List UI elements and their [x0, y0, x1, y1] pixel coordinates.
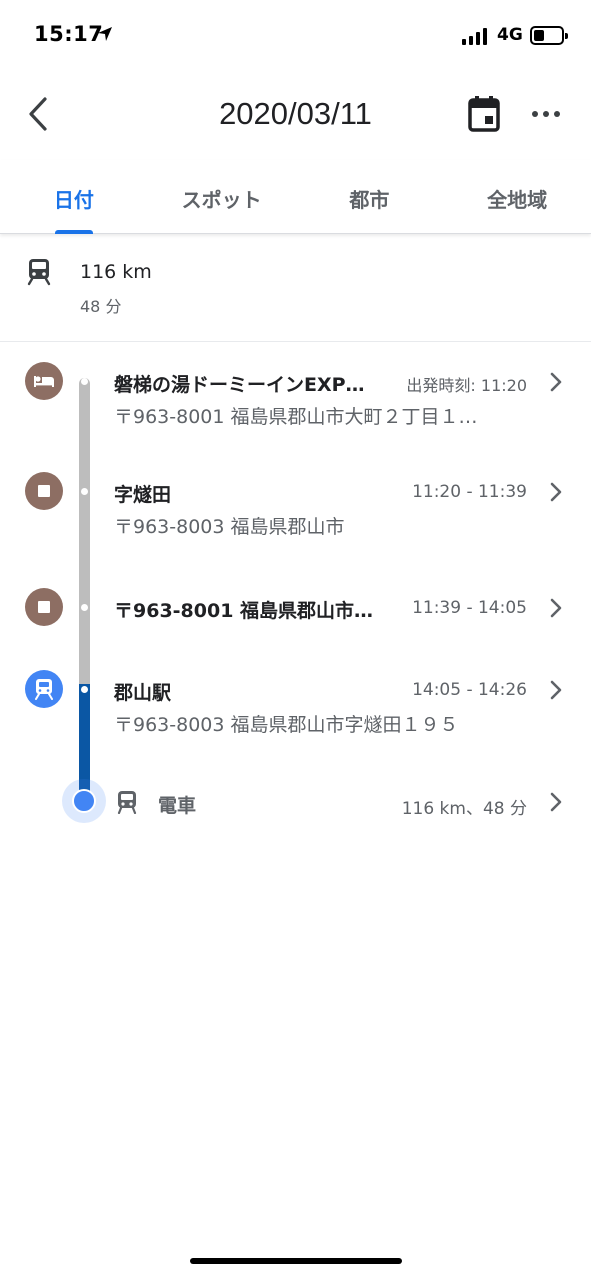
chevron-right-icon: [550, 680, 562, 700]
status-bar: 15:17 4G: [0, 0, 591, 72]
train-icon: [117, 791, 137, 814]
stop-time: 14:05 - 14:26: [412, 680, 527, 700]
transit-detail: 116 km、48 分: [401, 799, 527, 819]
hotel-bed-icon: [25, 362, 63, 400]
stop-name: 磐梯の湯ドーミーインEXP…: [114, 374, 365, 396]
home-indicator[interactable]: [190, 1258, 402, 1264]
location-arrow-icon: [98, 27, 112, 41]
chevron-right-icon: [550, 482, 562, 502]
header: 2020/03/11: [0, 72, 591, 156]
transit-segment[interactable]: 電車 116 km、48 分: [0, 780, 591, 824]
stop-address: 〒963-8003 福島県郡山市: [114, 516, 345, 538]
stop-time: 11:20 - 11:39: [412, 482, 527, 502]
signal-icon: [462, 28, 487, 45]
tab-date[interactable]: 日付: [0, 160, 148, 233]
timeline-stop[interactable]: 磐梯の湯ドーミーインEXP… 出発時刻: 11:20 〒963-8001 福島県…: [0, 344, 591, 428]
day-summary: 116 km 48 分: [0, 236, 591, 342]
page-title: 2020/03/11: [219, 96, 372, 131]
chevron-right-icon: [550, 598, 562, 618]
tab-spots[interactable]: スポット: [148, 160, 296, 233]
stop-time: 出発時刻: 11:20: [406, 376, 527, 395]
timeline-stop[interactable]: 〒963-8001 福島県郡山市… 11:39 - 14:05: [0, 570, 591, 650]
stop-address: 〒963-8001 福島県郡山市大町２丁目１…: [114, 406, 478, 428]
tab-all-regions[interactable]: 全地域: [443, 160, 591, 233]
active-tab-indicator: [55, 230, 93, 234]
total-duration: 48 分: [80, 297, 122, 316]
timeline-stop[interactable]: 字燧田 11:20 - 11:39 〒963-8003 福島県郡山市: [0, 454, 591, 538]
stop-square-icon: [25, 588, 63, 626]
transit-mode-label: 電車: [158, 795, 197, 817]
stop-name: 字燧田: [114, 484, 172, 506]
stop-time: 11:39 - 14:05: [412, 598, 527, 618]
status-time: 15:17: [34, 22, 104, 46]
timeline-stop[interactable]: 郡山駅 14:05 - 14:26 〒963-8003 福島県郡山市字燧田１９５: [0, 652, 591, 736]
calendar-icon[interactable]: [466, 94, 502, 134]
network-type: 4G: [497, 25, 523, 45]
stop-name: 〒963-8001 福島県郡山市…: [114, 600, 374, 622]
chevron-right-icon: [550, 792, 562, 812]
battery-icon: [530, 26, 568, 45]
train-station-icon: [25, 670, 63, 708]
chevron-right-icon: [550, 372, 562, 392]
tab-bar: 日付 スポット 都市 全地域: [0, 160, 591, 234]
train-icon: [27, 259, 51, 286]
total-distance: 116 km: [80, 261, 152, 283]
stop-name: 郡山駅: [114, 682, 172, 704]
more-dots-icon: [532, 111, 538, 117]
stop-square-icon: [25, 472, 63, 510]
tab-cities[interactable]: 都市: [296, 160, 444, 233]
more-options-button[interactable]: [526, 98, 566, 130]
timeline: 磐梯の湯ドーミーインEXP… 出発時刻: 11:20 〒963-8001 福島県…: [0, 344, 591, 864]
stop-address: 〒963-8003 福島県郡山市字燧田１９５: [114, 714, 459, 736]
